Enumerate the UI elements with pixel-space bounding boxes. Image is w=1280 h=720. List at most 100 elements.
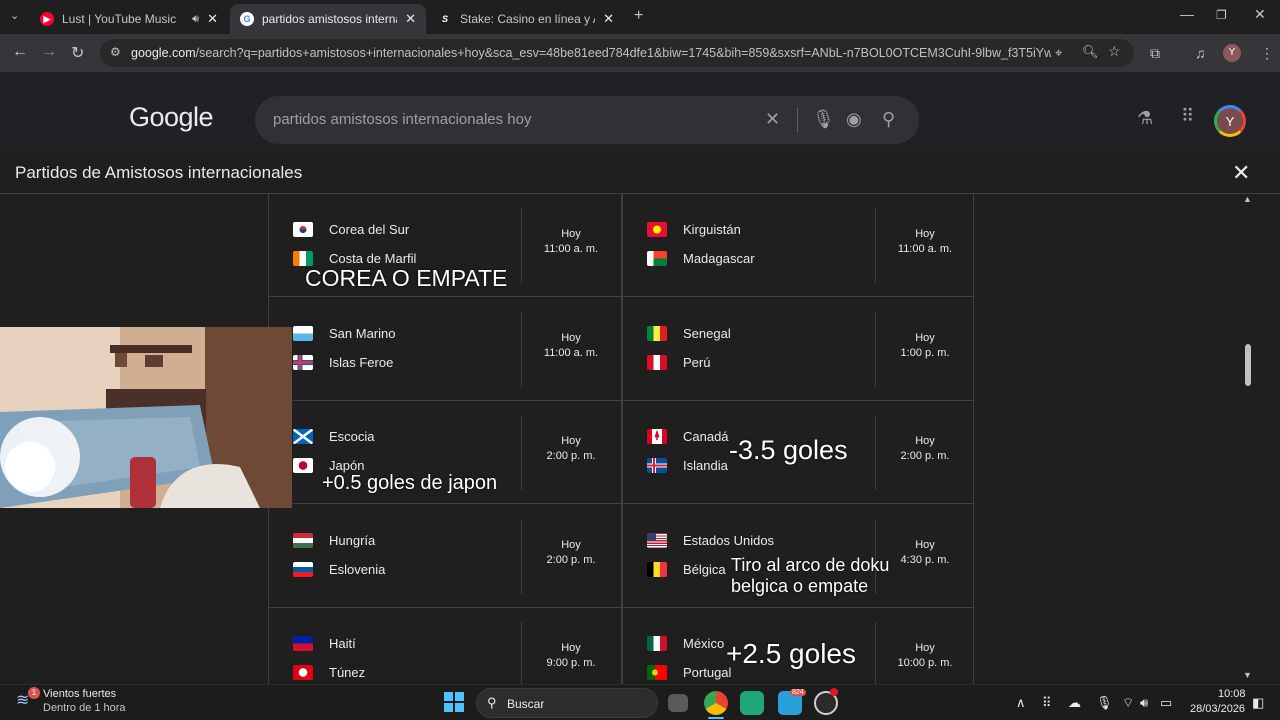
team2-name: Portugal	[683, 665, 732, 680]
bookmark-star-icon[interactable]: ☆	[1108, 43, 1121, 60]
scroll-down-icon[interactable]: ▼	[1243, 670, 1252, 680]
annotation-belgica-1: Tiro al arco de doku	[731, 555, 890, 575]
annotation-corea: COREA O EMPATE	[305, 265, 508, 291]
search-input[interactable]: partidos amistosos internacionales hoy	[273, 111, 531, 128]
webcam-overlay	[0, 327, 292, 508]
reload-icon[interactable]: ↻	[71, 43, 84, 63]
match-card[interactable]: Haití Túnez Hoy 9:00 p. m.	[269, 608, 621, 684]
back-icon[interactable]: ←	[12, 43, 28, 61]
google-logo[interactable]: Google	[129, 102, 214, 133]
camera-search-icon[interactable]: ◉	[846, 109, 862, 130]
taskbar-search[interactable]: ⚲ Buscar	[476, 688, 658, 718]
team2-name: Madagascar	[683, 251, 755, 266]
scrollbar-thumb[interactable]	[1245, 344, 1251, 386]
team1-flag-icon	[647, 429, 667, 444]
team2-name: Japón	[329, 458, 365, 473]
team1-flag-icon	[647, 636, 667, 651]
team1-flag-icon	[647, 532, 667, 548]
wifi-icon[interactable]: ⌔	[1122, 695, 1134, 711]
menu-icon[interactable]: ⋮	[1260, 45, 1274, 62]
weather-title[interactable]: Vientos fuertes	[43, 688, 116, 700]
search-icon[interactable]: ⚲	[882, 109, 895, 130]
start-windows-icon[interactable]	[444, 692, 464, 712]
clock-time[interactable]: 10:08	[1218, 688, 1246, 700]
close-icon[interactable]: ✕	[1232, 160, 1250, 186]
team2-flag-icon	[293, 251, 313, 266]
close-window-icon[interactable]: ✕	[1254, 6, 1266, 23]
match-day: Hoy	[561, 435, 581, 447]
url-host: google.com	[131, 46, 196, 60]
apps-grid-icon[interactable]: ⠿	[1181, 106, 1194, 127]
annotation-canada: -3.5 goles	[729, 435, 848, 465]
team2-flag-icon	[647, 458, 667, 473]
onedrive-icon[interactable]: ☁︎	[1068, 695, 1081, 711]
match-card[interactable]: San Marino Islas Feroe Hoy 11:00 a. m.	[269, 298, 621, 401]
extensions-icon[interactable]: ⧉	[1150, 45, 1160, 62]
labs-flask-icon[interactable]: ⚗︎	[1137, 108, 1153, 129]
weather-subtitle[interactable]: Dentro de 1 hora	[43, 702, 126, 714]
microphone-icon[interactable]: 🎙︎	[812, 109, 835, 130]
annotation-belgica-2: belgica o empate	[731, 576, 869, 596]
team1-name: Estados Unidos	[683, 532, 775, 548]
url-text[interactable]: google.com/search?q=partidos+amistosos+i…	[131, 46, 1051, 60]
microphone-icon[interactable]: 🎙︎	[1096, 695, 1113, 711]
match-card[interactable]: Kirguistán Madagascar Hoy 11:00 a. m.	[623, 194, 973, 297]
match-time: 11:00 a. m.	[543, 243, 599, 255]
scrollbar[interactable]: ▲ ▼	[1240, 194, 1256, 684]
close-tab-icon[interactable]: ✕	[405, 11, 416, 27]
zoom-icon[interactable]: 🔍︎	[1082, 44, 1099, 60]
tab-title: partidos amistosos internaciona	[262, 12, 397, 26]
team1-name: Haití	[329, 636, 356, 651]
match-time: 11:00 a. m.	[543, 346, 599, 359]
match-day: Hoy	[915, 538, 935, 551]
tab-google-search[interactable]: G partidos amistosos internaciona ✕	[230, 4, 426, 34]
volume-icon[interactable]: 🔊︎	[1140, 695, 1148, 711]
match-day: Hoy	[561, 538, 581, 551]
clear-icon[interactable]: ✕	[765, 109, 780, 130]
task-view-icon[interactable]	[668, 694, 688, 712]
tab-stake[interactable]: S Stake: Casino en línea y Apuest ✕	[428, 4, 624, 34]
match-day: Hoy	[561, 642, 581, 654]
clock-date[interactable]: 28/03/2026	[1190, 703, 1245, 715]
forward-icon[interactable]: →	[41, 43, 57, 61]
media-controls-icon[interactable]: ♫	[1195, 45, 1206, 61]
scroll-up-icon[interactable]: ▲	[1243, 194, 1252, 204]
location-icon[interactable]: ⌖	[1055, 45, 1062, 61]
chrome-active-indicator	[708, 717, 724, 719]
search-label: Buscar	[507, 697, 545, 711]
restore-icon[interactable]: ❐	[1216, 8, 1227, 22]
tab-youtube-music[interactable]: ▶ Lust | YouTube Music 🔊︎ ✕	[30, 4, 228, 34]
battery-icon[interactable]: ▭	[1160, 695, 1172, 711]
team2-name: Perú	[683, 354, 711, 370]
obs-recording-dot	[830, 688, 838, 696]
minimize-icon[interactable]: —	[1180, 6, 1194, 22]
notifications-icon[interactable]: ◧	[1252, 695, 1264, 711]
team1-name: San Marino	[329, 325, 396, 341]
tab-search-button[interactable]: ⌄	[10, 9, 19, 22]
search-divider	[797, 108, 798, 132]
chrome-icon[interactable]	[704, 691, 728, 715]
team1-flag-icon	[647, 325, 667, 341]
url-path: /search?q=partidos+amistosos+internacion…	[195, 46, 1051, 60]
team1-name: Kirguistán	[683, 222, 741, 237]
match-card[interactable]: Hungría Eslovenia Hoy 2:00 p. m.	[269, 505, 621, 608]
search-box[interactable]: partidos amistosos internacionales hoy ✕…	[255, 96, 919, 144]
annotation-japon: +0.5 goles de japon	[322, 472, 498, 494]
close-tab-icon[interactable]: ✕	[207, 11, 218, 27]
match-time: 4:30 p. m.	[900, 553, 950, 566]
address-bar[interactable]: ⚙︎ google.com/search?q=partidos+amistoso…	[100, 39, 1134, 67]
webcam-image	[0, 327, 292, 508]
team1-flag-icon	[293, 532, 313, 548]
site-info-icon[interactable]: ⚙︎	[110, 45, 121, 59]
match-card[interactable]: Senegal Perú Hoy 1:00 p. m.	[623, 298, 973, 401]
team2-flag-icon	[293, 665, 313, 680]
tab-strip: ⌄ ▶ Lust | YouTube Music 🔊︎ ✕ G partidos…	[0, 0, 1280, 34]
new-tab-button[interactable]: +	[634, 7, 643, 25]
tray-overflow-icon[interactable]: ∧	[1016, 695, 1026, 711]
tray-grid-icon[interactable]: ⠿	[1042, 695, 1052, 711]
close-tab-icon[interactable]: ✕	[603, 11, 614, 27]
app-heart-icon[interactable]	[740, 691, 764, 715]
profile-avatar[interactable]: Y	[1223, 44, 1241, 62]
match-time: 2:00 p. m.	[546, 553, 596, 566]
google-account-avatar[interactable]: Y	[1214, 105, 1246, 137]
